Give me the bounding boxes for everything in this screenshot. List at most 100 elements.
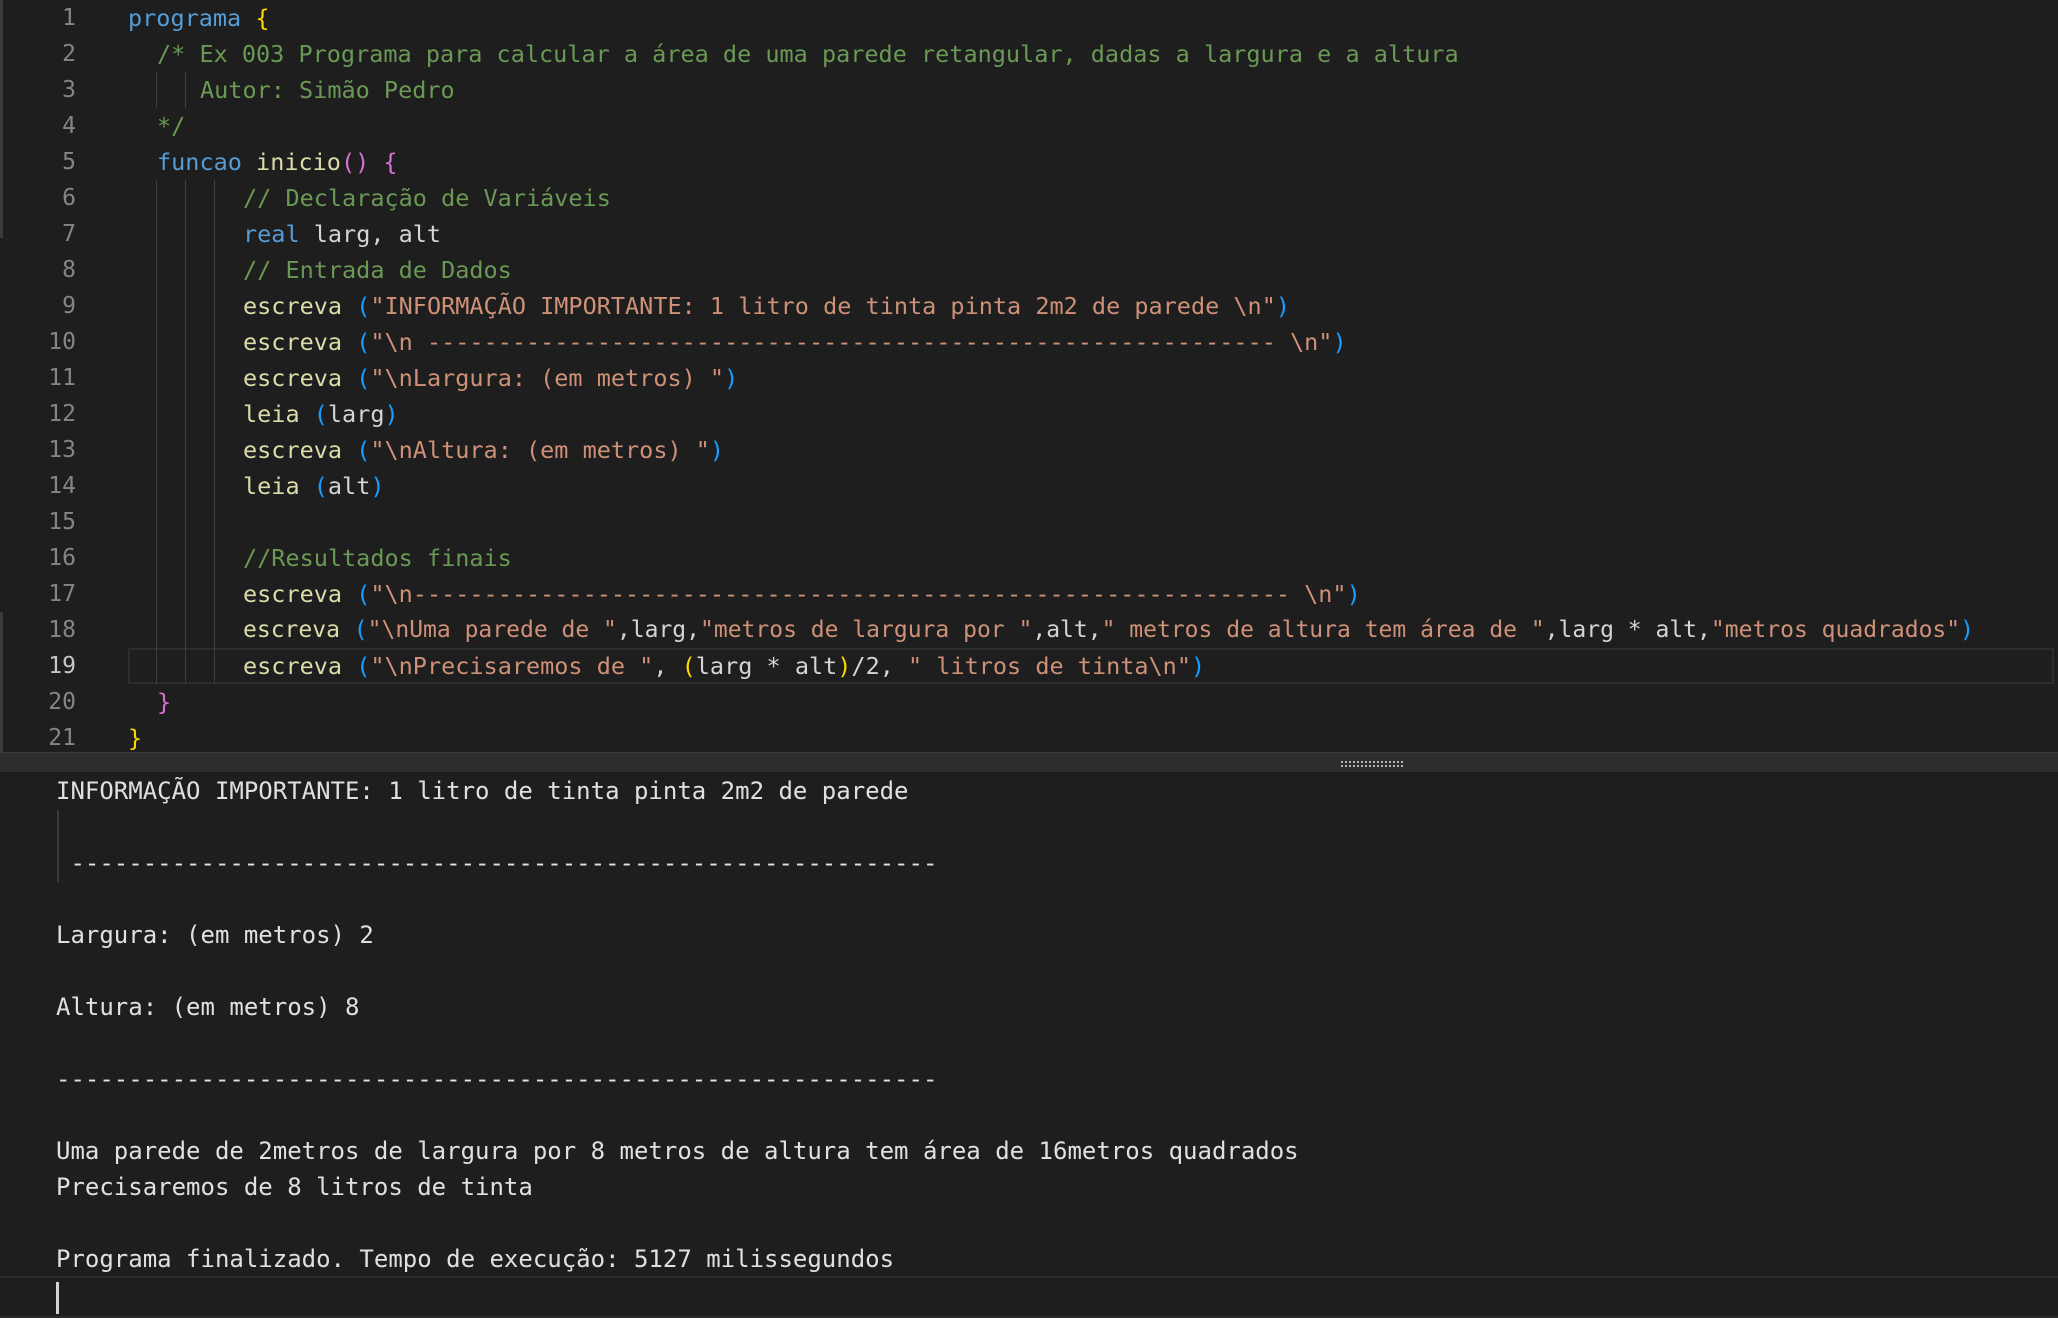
variable-list: larg, alt	[313, 220, 442, 248]
console-output-line: Uma parede de 2metros de largura por 8 m…	[56, 1137, 1299, 1165]
code-line[interactable]: 6 // Declaração de Variáveis	[0, 180, 2058, 216]
code-line-content[interactable]	[128, 504, 2054, 540]
indent-guide	[156, 324, 157, 360]
code-line-content[interactable]: Autor: Simão Pedro	[128, 72, 2054, 108]
indent-guide	[214, 648, 215, 684]
bracket: )	[1332, 328, 1347, 356]
string-literal: "\nPrecisaremos de "	[370, 652, 654, 680]
keyword: funcao	[157, 148, 242, 176]
expression: ,	[653, 652, 682, 680]
line-number: 14	[48, 473, 76, 499]
indent-guide	[156, 72, 157, 108]
code-line-content[interactable]: escreva ("\nUma parede de ",larg,"metros…	[128, 612, 2054, 648]
code-line[interactable]: 7 real larg, alt	[0, 216, 2058, 252]
code-line-content[interactable]: real larg, alt	[128, 216, 2054, 252]
line-number: 19	[48, 653, 76, 679]
indent-guide	[214, 576, 215, 612]
code-line[interactable]: 3 Autor: Simão Pedro	[0, 72, 2058, 108]
expression: ,alt,	[1032, 617, 1102, 643]
comment-text: //Resultados finais	[243, 544, 512, 572]
indent-guide	[185, 72, 186, 108]
indent-guide	[214, 180, 215, 216]
line-number: 5	[62, 149, 76, 175]
code-line-content[interactable]: leia (alt)	[128, 468, 2054, 504]
code-line[interactable]: 10 escreva ("\n ------------------------…	[0, 324, 2058, 360]
code-line-content[interactable]: */	[128, 108, 2054, 144]
code-line[interactable]: 15	[0, 504, 2058, 540]
indent-guide	[156, 432, 157, 468]
code-line-content[interactable]: }	[128, 720, 2054, 752]
code-line[interactable]: 18 escreva ("\nUma parede de ",larg,"met…	[0, 612, 2058, 648]
code-line[interactable]: 5 funcao inicio() {	[0, 144, 2058, 180]
bracket: (	[313, 400, 328, 428]
code-line[interactable]: 8 // Entrada de Dados	[0, 252, 2058, 288]
bracket: (	[353, 617, 368, 643]
indent-guide	[185, 648, 186, 684]
line-number: 4	[62, 113, 76, 139]
code-text: programa {	[128, 0, 270, 36]
code-line-active[interactable]: 19 escreva ("\nPrecisaremos de ", (larg …	[0, 648, 2058, 684]
code-line[interactable]: 1 programa {	[0, 0, 2058, 36]
code-line[interactable]: 16 //Resultados finais	[0, 540, 2058, 576]
code-line-content[interactable]: //Resultados finais	[128, 540, 2054, 576]
line-number: 1	[62, 5, 76, 31]
code-line-content[interactable]: escreva ("\n----------------------------…	[128, 576, 2054, 612]
function-call: escreva	[243, 652, 343, 680]
code-line[interactable]: 21 }	[0, 720, 2058, 752]
bracket: (	[681, 652, 696, 680]
drag-grip-icon[interactable]	[1340, 760, 1404, 768]
code-line[interactable]: 13 escreva ("\nAltura: (em metros) ")	[0, 432, 2058, 468]
code-line-content[interactable]: // Declaração de Variáveis	[128, 180, 2054, 216]
indent-guide	[156, 180, 157, 216]
code-line-content[interactable]: escreva ("INFORMAÇÃO IMPORTANTE: 1 litro…	[128, 288, 2054, 324]
code-text: escreva ("\nUma parede de ",larg,"metros…	[243, 612, 1974, 648]
indent-guide	[214, 288, 215, 324]
code-text: escreva ("\nLargura: (em metros) ")	[243, 360, 738, 396]
indent-guide	[156, 468, 157, 504]
code-line-content[interactable]: /* Ex 003 Programa para calcular a área …	[128, 36, 2054, 72]
bracket: (	[356, 364, 371, 392]
code-line-content[interactable]: escreva ("\n ---------------------------…	[128, 324, 2054, 360]
code-line[interactable]: 9 escreva ("INFORMAÇÃO IMPORTANTE: 1 lit…	[0, 288, 2058, 324]
code-line-content[interactable]: escreva ("\nPrecisaremos de ", (larg * a…	[128, 648, 2054, 684]
code-line-content[interactable]: funcao inicio() {	[128, 144, 2054, 180]
bracket: (	[313, 472, 328, 500]
indent-guide	[185, 360, 186, 396]
function-call: escreva	[243, 580, 343, 608]
bracket: (	[356, 328, 371, 356]
code-line[interactable]: 14 leia (alt)	[0, 468, 2058, 504]
string-literal: "\nAltura: (em metros) "	[370, 436, 710, 464]
indent-guide	[185, 288, 186, 324]
indent-guide	[156, 360, 157, 396]
code-line-content[interactable]: escreva ("\nLargura: (em metros) ")	[128, 360, 2054, 396]
code-line-content[interactable]: escreva ("\nAltura: (em metros) ")	[128, 432, 2054, 468]
string-literal: " metros de altura tem área de "	[1101, 617, 1545, 643]
line-number: 18	[48, 617, 76, 643]
code-line[interactable]: 11 escreva ("\nLargura: (em metros) ")	[0, 360, 2058, 396]
code-line-content[interactable]: programa {	[128, 0, 2054, 36]
indent-guide	[185, 576, 186, 612]
keyword: real	[243, 220, 300, 248]
code-editor[interactable]: 1 programa { 2 /* Ex 003 Programa para c…	[0, 0, 2058, 752]
code-line[interactable]: 20 }	[0, 684, 2058, 720]
code-line[interactable]: 12 leia (larg)	[0, 396, 2058, 432]
bracket: )	[837, 652, 852, 680]
bracket: }	[157, 688, 172, 716]
bracket: )	[1960, 617, 1974, 643]
code-line[interactable]: 2 /* Ex 003 Programa para calcular a áre…	[0, 36, 2058, 72]
code-text: escreva ("\n----------------------------…	[243, 576, 1361, 612]
code-line[interactable]: 17 escreva ("\n-------------------------…	[0, 576, 2058, 612]
code-line-content[interactable]: // Entrada de Dados	[128, 252, 2054, 288]
comment-text: // Declaração de Variáveis	[243, 184, 611, 212]
console-input-line[interactable]	[0, 1276, 2058, 1318]
code-line-content[interactable]: leia (larg)	[128, 396, 2054, 432]
code-line[interactable]: 4 */	[0, 108, 2058, 144]
comment-text: /* Ex 003 Programa para calcular a área …	[157, 40, 1459, 68]
function-call: leia	[243, 400, 300, 428]
indent-guide	[185, 396, 186, 432]
panel-resize-handle[interactable]	[0, 752, 2058, 774]
expression: ,larg,	[616, 617, 700, 643]
line-number: 2	[62, 41, 76, 67]
line-number: 16	[48, 545, 76, 571]
code-line-content[interactable]: }	[128, 684, 2054, 720]
